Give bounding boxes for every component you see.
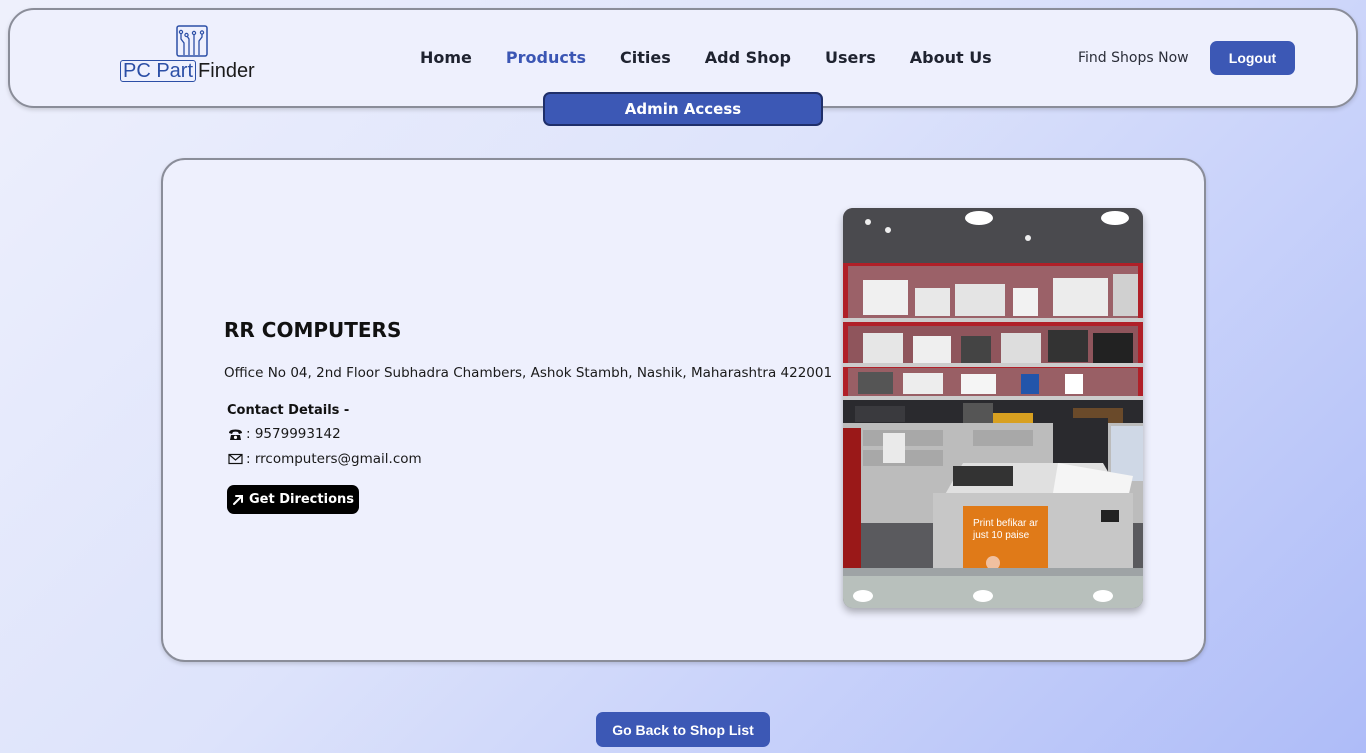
shop-name: RR COMPUTERS <box>224 318 402 342</box>
find-shops-link[interactable]: Find Shops Now <box>1078 50 1189 66</box>
nav-products[interactable]: Products <box>506 48 586 67</box>
nav-about-us[interactable]: About Us <box>910 48 992 67</box>
nav-users[interactable]: Users <box>825 48 876 67</box>
telephone-icon <box>227 427 243 441</box>
envelope-icon <box>227 452 243 466</box>
brand-wordmark: PC Part Finder <box>120 60 255 82</box>
get-directions-label: Get Directions <box>248 492 354 507</box>
nav-home[interactable]: Home <box>420 48 472 67</box>
shop-address: Office No 04, 2nd Floor Subhadra Chamber… <box>224 365 833 381</box>
shop-interior-illustration: Print befikar ar just 10 paise <box>843 208 1143 608</box>
main-nav: Home Products Cities Add Shop Users Abou… <box>420 48 1026 67</box>
arrow-up-right-icon <box>232 494 243 505</box>
email-line: : rrcomputers@gmail.com <box>227 451 422 467</box>
brand-part2: Finder <box>198 60 255 82</box>
phone-number[interactable]: : 9579993142 <box>246 426 341 442</box>
back-to-shop-list-button[interactable]: Go Back to Shop List <box>596 712 770 747</box>
poster-line-2: just 10 paise <box>972 530 1030 541</box>
email-address[interactable]: : rrcomputers@gmail.com <box>246 451 422 467</box>
brand-part1: PC Part <box>120 60 197 82</box>
phone-line: : 9579993142 <box>227 426 341 442</box>
admin-access-badge: Admin Access <box>543 92 823 126</box>
nav-cities[interactable]: Cities <box>620 48 671 67</box>
poster-line-1: Print befikar ar <box>973 518 1039 529</box>
get-directions-button[interactable]: Get Directions <box>227 485 359 514</box>
circuit-chip-icon <box>176 25 208 57</box>
nav-add-shop[interactable]: Add Shop <box>705 48 791 67</box>
logout-button[interactable]: Logout <box>1210 41 1295 75</box>
shop-detail-card: RR COMPUTERS Office No 04, 2nd Floor Sub… <box>161 158 1206 662</box>
brand-logo[interactable]: PC Part Finder <box>120 25 265 87</box>
shop-photo: Print befikar ar just 10 paise <box>843 208 1143 608</box>
contact-details-heading: Contact Details - <box>227 403 350 418</box>
